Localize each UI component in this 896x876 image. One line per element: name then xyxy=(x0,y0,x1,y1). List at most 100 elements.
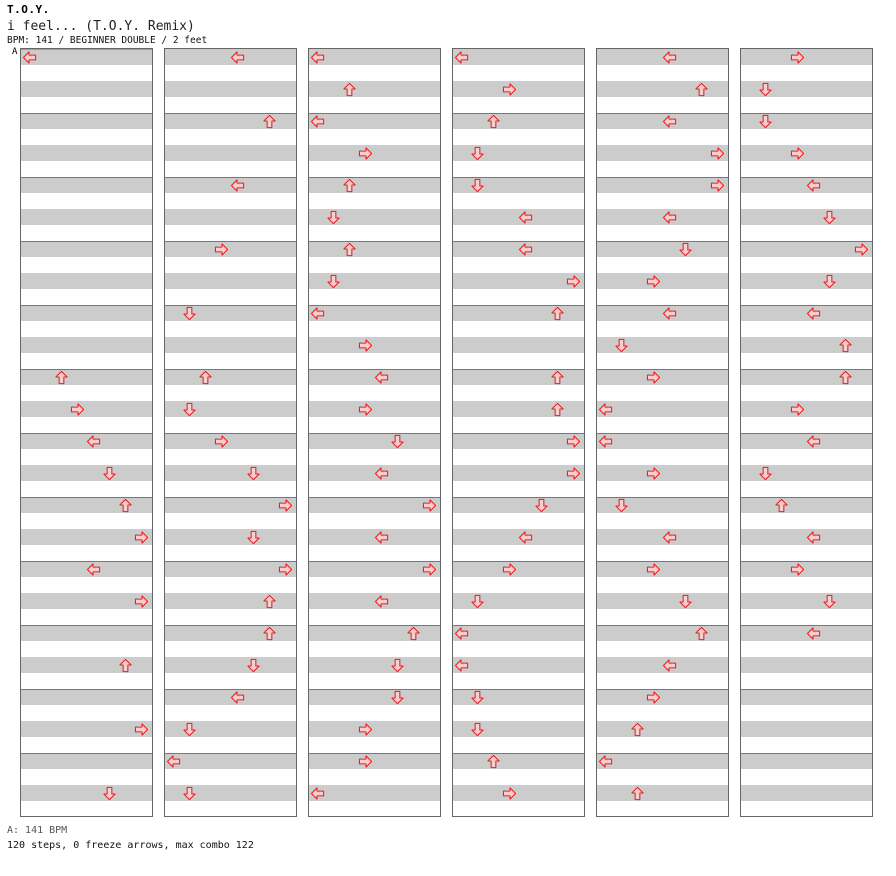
step-arrow-right-icon xyxy=(70,403,85,416)
step-arrow-up-icon xyxy=(551,402,564,417)
step-arrow-down-icon xyxy=(471,146,484,161)
chart-column-2 xyxy=(164,48,297,817)
step-arrow-up-icon xyxy=(119,498,132,513)
beat-band xyxy=(453,81,584,97)
beat-band xyxy=(309,113,440,129)
chart-column-3 xyxy=(308,48,441,817)
beat-band xyxy=(21,401,152,417)
song-artist: T.O.Y. xyxy=(7,3,50,16)
beat-band xyxy=(309,177,440,193)
measure-line xyxy=(21,369,152,370)
measure-line xyxy=(453,753,584,754)
step-arrow-left-icon xyxy=(806,179,821,192)
beat-band xyxy=(21,209,152,225)
measure-line xyxy=(21,753,152,754)
beat-band xyxy=(309,561,440,577)
beat-band xyxy=(741,273,872,289)
beat-band xyxy=(741,209,872,225)
beat-band xyxy=(21,689,152,705)
measure-line xyxy=(21,241,152,242)
measure-line xyxy=(165,561,296,562)
step-arrow-down-icon xyxy=(823,274,836,289)
step-arrow-right-icon xyxy=(502,83,517,96)
step-arrow-down-icon xyxy=(183,402,196,417)
step-arrow-left-icon xyxy=(662,531,677,544)
step-arrow-up-icon xyxy=(55,370,68,385)
step-arrow-right-icon xyxy=(646,563,661,576)
beat-band xyxy=(597,593,728,609)
step-arrow-left-icon xyxy=(662,659,677,672)
footer-stats: 120 steps, 0 freeze arrows, max combo 12… xyxy=(7,840,254,851)
beat-band xyxy=(453,657,584,673)
step-arrow-right-icon xyxy=(134,595,149,608)
measure-line xyxy=(309,305,440,306)
beat-band xyxy=(165,529,296,545)
step-arrow-left-icon xyxy=(86,435,101,448)
step-arrow-up-icon xyxy=(551,306,564,321)
step-arrow-left-icon xyxy=(806,531,821,544)
measure-line xyxy=(597,177,728,178)
step-arrow-down-icon xyxy=(103,466,116,481)
beat-band xyxy=(165,209,296,225)
step-arrow-up-icon xyxy=(407,626,420,641)
step-arrow-up-icon xyxy=(343,178,356,193)
beat-band xyxy=(597,465,728,481)
beat-band xyxy=(453,625,584,641)
step-arrow-right-icon xyxy=(502,787,517,800)
step-arrow-right-icon xyxy=(358,755,373,768)
beat-band xyxy=(21,241,152,257)
beat-band xyxy=(165,465,296,481)
beat-band xyxy=(597,561,728,577)
step-arrow-right-icon xyxy=(358,403,373,416)
beat-band xyxy=(741,721,872,737)
step-arrow-down-icon xyxy=(183,306,196,321)
step-arrow-right-icon xyxy=(646,467,661,480)
step-arrow-left-icon xyxy=(310,787,325,800)
step-arrow-left-icon xyxy=(310,307,325,320)
step-arrow-up-icon xyxy=(263,626,276,641)
step-arrow-left-icon xyxy=(374,531,389,544)
step-arrow-left-icon xyxy=(86,563,101,576)
step-arrow-left-icon xyxy=(166,755,181,768)
step-arrow-right-icon xyxy=(422,499,437,512)
beat-band xyxy=(309,721,440,737)
step-arrow-down-icon xyxy=(471,690,484,705)
start-line xyxy=(21,49,152,50)
step-arrow-down-icon xyxy=(471,178,484,193)
step-arrow-left-icon xyxy=(374,595,389,608)
beat-band xyxy=(309,145,440,161)
step-arrow-right-icon xyxy=(214,243,229,256)
step-arrow-down-icon xyxy=(471,722,484,737)
measure-line xyxy=(597,561,728,562)
beat-band xyxy=(309,657,440,673)
beat-band xyxy=(741,561,872,577)
step-arrow-right-icon xyxy=(790,51,805,64)
beat-band xyxy=(453,785,584,801)
step-arrow-left-icon xyxy=(230,51,245,64)
beat-band xyxy=(741,753,872,769)
step-arrow-down-icon xyxy=(247,658,260,673)
step-arrow-down-icon xyxy=(327,274,340,289)
step-arrow-up-icon xyxy=(839,338,852,353)
beat-band xyxy=(21,337,152,353)
step-arrow-left-icon xyxy=(22,51,37,64)
step-arrow-right-icon xyxy=(134,531,149,544)
measure-line xyxy=(165,369,296,370)
beat-band xyxy=(165,753,296,769)
step-arrow-left-icon xyxy=(374,467,389,480)
step-arrow-down-icon xyxy=(391,658,404,673)
step-arrow-right-icon xyxy=(134,723,149,736)
measure-line xyxy=(453,561,584,562)
measure-line xyxy=(165,241,296,242)
beat-band xyxy=(21,721,152,737)
step-arrow-up-icon xyxy=(695,626,708,641)
bpm-marker: A xyxy=(12,47,18,57)
step-arrow-right-icon xyxy=(358,147,373,160)
footer-bpm: A: 141 BPM xyxy=(7,825,68,836)
beat-band xyxy=(453,273,584,289)
chart-column-4 xyxy=(452,48,585,817)
step-arrow-right-icon xyxy=(710,179,725,192)
measure-line xyxy=(309,753,440,754)
step-arrow-down-icon xyxy=(823,210,836,225)
step-arrow-down-icon xyxy=(615,498,628,513)
